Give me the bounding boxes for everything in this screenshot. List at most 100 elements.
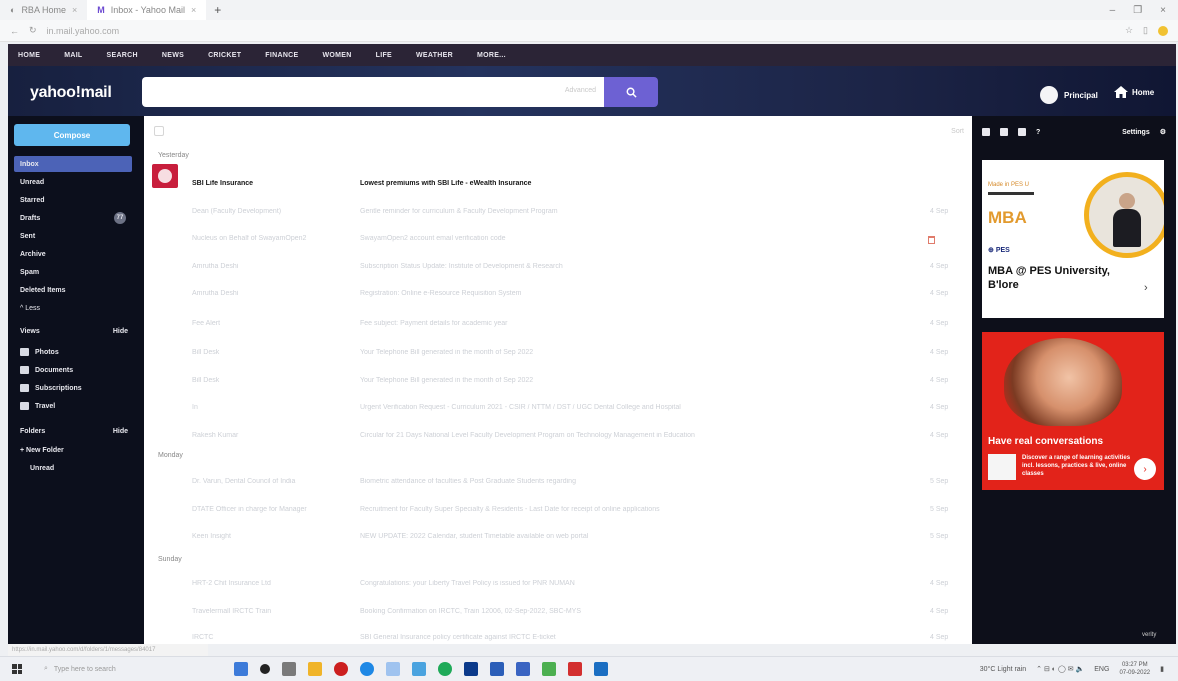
settings-label[interactable]: Settings [1122, 129, 1150, 136]
nav-cricket[interactable]: CRICKET [208, 52, 241, 59]
new-tab-button[interactable]: + [206, 3, 229, 17]
sidebar-item-spam[interactable]: Spam [14, 264, 132, 280]
notification-icon[interactable]: ▮ [1160, 665, 1164, 673]
photos-app-icon[interactable] [594, 662, 608, 676]
table-row[interactable]: Fee Alert Fee subject: Payment details fo… [144, 312, 972, 334]
table-row[interactable]: Dr. Varun, Dental Council of India Biomet… [144, 470, 972, 492]
table-row[interactable]: Dean (Faculty Development) Gentle reminde… [144, 200, 972, 222]
help-icon[interactable]: ? [1036, 129, 1040, 136]
advanced-search-link[interactable]: Advanced [565, 87, 596, 94]
browser-tab-2[interactable]: M Inbox - Yahoo Mail × [87, 0, 207, 20]
back-icon[interactable]: ← [10, 26, 19, 36]
photoshop-icon[interactable] [464, 662, 478, 676]
ad-banner-conversations[interactable]: Have real conversations Discover a range… [982, 332, 1164, 490]
nav-home[interactable]: HOME [18, 52, 40, 59]
close-window-icon[interactable]: × [1160, 5, 1166, 16]
nav-weather[interactable]: WEATHER [416, 52, 453, 59]
clock[interactable]: 03:27 PM 07-09-2022 [1119, 661, 1150, 677]
sidebar-item-unread[interactable]: Unread [14, 174, 132, 190]
table-row[interactable]: Travelermall IRCTC Train Booking Confirma… [144, 600, 972, 622]
app-icon[interactable] [386, 662, 400, 676]
edge-icon[interactable] [360, 662, 374, 676]
nav-search[interactable]: SEARCH [107, 52, 138, 59]
table-row[interactable]: HRT-2 Chit Insurance Ltd Congratulations:… [144, 572, 972, 594]
sort-button[interactable]: Sort [951, 128, 964, 135]
new-folder-button[interactable]: + New Folder [14, 442, 132, 458]
app-icon[interactable] [542, 662, 556, 676]
folders-hide-button[interactable]: Hide [113, 428, 128, 435]
arrow-right-icon[interactable]: › [1134, 458, 1156, 480]
nav-women[interactable]: WOMEN [323, 52, 352, 59]
nav-more[interactable]: MORE... [477, 52, 506, 59]
nav-mail[interactable]: MAIL [64, 52, 82, 59]
sidebar-item-archive[interactable]: Archive [14, 246, 132, 262]
task-view-icon[interactable] [260, 664, 270, 674]
sidebar-item-travel[interactable]: Travel [14, 398, 132, 414]
compose-button[interactable]: Compose [14, 124, 130, 146]
table-row[interactable]: IRCTC SBI General Insurance policy certif… [144, 626, 972, 648]
language-indicator[interactable]: ENG [1094, 666, 1109, 673]
table-row[interactable]: In Urgent Verification Request - Curricul… [144, 396, 972, 418]
acrobat-icon[interactable] [568, 662, 582, 676]
close-tab-icon[interactable]: × [72, 5, 77, 15]
star-icon[interactable]: ☆ [1125, 25, 1133, 36]
app-icon[interactable] [234, 662, 248, 676]
select-all-checkbox[interactable] [154, 126, 164, 136]
taskbar-search[interactable]: ⌕ Type here to search [44, 665, 194, 673]
search-button[interactable] [604, 77, 658, 107]
weather-status[interactable]: 30°C Light rain [980, 666, 1026, 673]
ad-banner-mba[interactable]: Made in PES U MBA ⊕ PES MBA @ PES Univer… [982, 160, 1164, 318]
user-menu[interactable]: Principal [1040, 86, 1098, 104]
sidebar-item-photos[interactable]: Photos [14, 344, 132, 360]
notepad-icon[interactable] [1018, 128, 1026, 136]
contacts-icon[interactable] [982, 128, 990, 136]
table-row[interactable]: Bill Desk Your Telephone Bill generated i… [144, 369, 972, 391]
sidebar-item-deleted[interactable]: Deleted Items [14, 282, 132, 298]
tray-icons[interactable]: ⌃ ⊟ ◐ ◯ ✉ 🔈 [1036, 665, 1084, 673]
close-tab-icon[interactable]: × [191, 5, 196, 15]
table-row[interactable]: SBI Life Insurance Lowest premiums with S… [144, 172, 972, 194]
profile-icon[interactable] [1158, 25, 1168, 36]
extensions-icon[interactable]: ▯ [1143, 25, 1148, 36]
search-input[interactable] [142, 77, 604, 107]
browser-tab-1[interactable]: ◐ RBA Home × [0, 0, 87, 20]
file-explorer-icon[interactable] [308, 662, 322, 676]
nav-life[interactable]: LIFE [376, 52, 392, 59]
sidebar-item-inbox[interactable]: Inbox [14, 156, 132, 172]
sidebar-item-less[interactable]: ^ Less [14, 300, 132, 316]
nav-finance[interactable]: FINANCE [265, 52, 298, 59]
mail-icon[interactable] [412, 662, 426, 676]
table-row[interactable]: Amrutha Deshi Subscription Status Update:… [144, 255, 972, 277]
gear-icon[interactable]: ⚙ [1160, 128, 1166, 136]
url-field[interactable]: in.mail.yahoo.com [47, 26, 120, 36]
table-row[interactable]: Bill Desk Your Telephone Bill generated i… [144, 341, 972, 363]
restore-icon[interactable]: ❐ [1133, 5, 1142, 16]
sidebar-item-sent[interactable]: Sent [14, 228, 132, 244]
sidebar-item-drafts[interactable]: Drafts 77 [14, 210, 132, 226]
trash-icon[interactable] [928, 236, 935, 244]
home-link[interactable]: Home [1114, 86, 1154, 98]
table-row[interactable]: Nucleus on Behalf of SwayamOpen2 SwayamOp… [144, 227, 972, 249]
nav-news[interactable]: NEWS [162, 52, 184, 59]
minimize-icon[interactable]: – [1110, 5, 1116, 16]
chrome-icon[interactable] [438, 662, 452, 676]
table-row[interactable]: Amrutha Deshi Registration: Online e-Reso… [144, 282, 972, 304]
sidebar-item-documents[interactable]: Documents [14, 362, 132, 378]
refresh-icon[interactable]: ↻ [29, 25, 37, 36]
sidebar-item-folder-unread[interactable]: Unread [14, 460, 132, 476]
views-hide-button[interactable]: Hide [113, 328, 128, 335]
table-row[interactable]: DTATE Officer in charge for Manager Recru… [144, 498, 972, 520]
sidebar-item-label: + New Folder [20, 446, 64, 454]
opera-icon[interactable] [334, 662, 348, 676]
app-icon[interactable] [282, 662, 296, 676]
word-icon[interactable] [490, 662, 504, 676]
yahoo-mail-logo[interactable]: yahoo!mail [30, 84, 112, 102]
app-icon[interactable] [516, 662, 530, 676]
table-row[interactable]: Rakesh Kumar Circular for 21 Days Nationa… [144, 424, 972, 446]
sidebar-item-starred[interactable]: Starred [14, 192, 132, 208]
table-row[interactable]: Keen Insight NEW UPDATE: 2022 Calendar, s… [144, 525, 972, 547]
calendar-icon[interactable] [1000, 128, 1008, 136]
windows-start-icon[interactable] [12, 664, 22, 674]
sidebar-item-subscriptions[interactable]: Subscriptions [14, 380, 132, 396]
ad-body: Discover a range of learning activities … [1022, 455, 1131, 477]
